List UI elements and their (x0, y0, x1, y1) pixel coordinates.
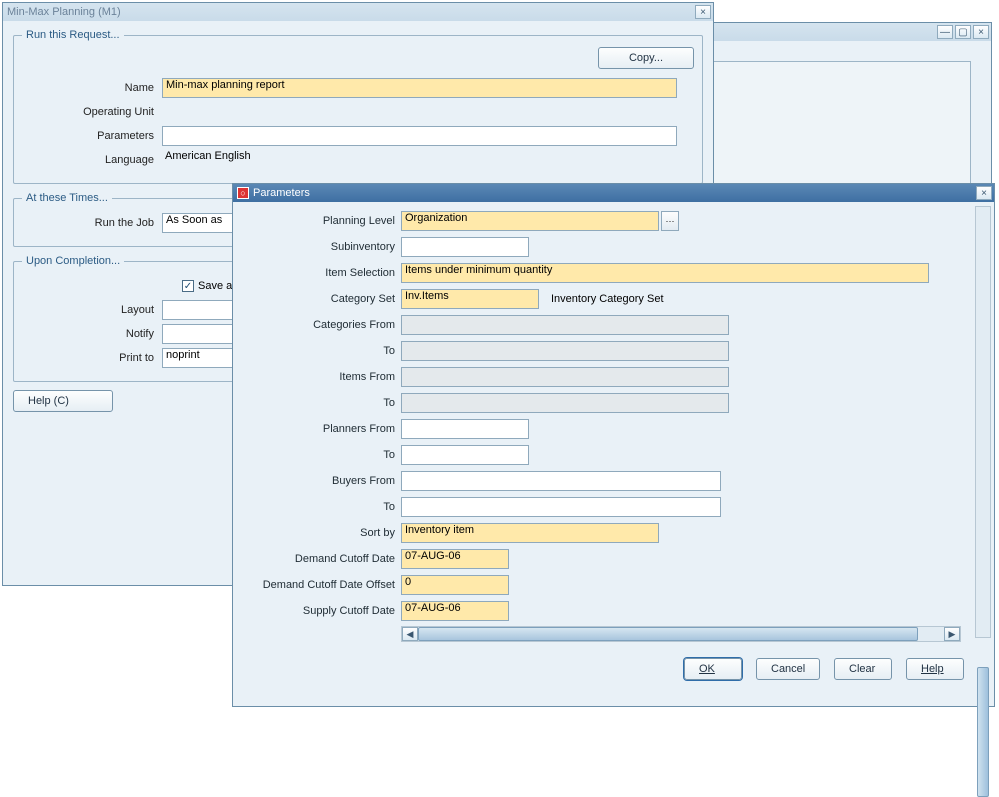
category-set-desc: Inventory Category Set (539, 293, 664, 305)
name-input[interactable]: Min-max planning report (162, 78, 677, 98)
sort-by-label: Sort by (241, 527, 401, 539)
run-job-label: Run the Job (22, 217, 162, 229)
buyers-from-input[interactable] (401, 471, 721, 491)
copy-button[interactable]: Copy... (598, 47, 694, 69)
language-input[interactable]: American English (162, 150, 677, 170)
planning-level-lov-button[interactable]: ··· (661, 211, 679, 231)
planners-from-label: Planners From (241, 423, 401, 435)
subinventory-input[interactable] (401, 237, 529, 257)
parameters-label: Parameters (22, 130, 162, 142)
categories-from-input[interactable] (401, 315, 729, 335)
vertical-scroll-thumb[interactable] (977, 667, 989, 797)
help-button[interactable]: Help (C) (13, 390, 113, 412)
close-button[interactable]: × (973, 25, 989, 39)
help-button[interactable]: Help (906, 658, 964, 680)
item-selection-label: Item Selection (241, 267, 401, 279)
horizontal-scrollbar[interactable]: ◀ ▶ (401, 626, 961, 642)
sort-by-input[interactable]: Inventory item (401, 523, 659, 543)
vertical-scrollbar[interactable] (975, 206, 991, 638)
print-to-label: Print to (22, 352, 162, 364)
demand-cutoff-date-input[interactable]: 07-AUG-06 (401, 549, 509, 569)
layout-label: Layout (22, 304, 162, 316)
cancel-button[interactable]: Cancel (756, 658, 820, 680)
subinventory-label: Subinventory (241, 241, 401, 253)
planners-to-label: To (241, 449, 401, 461)
ok-button[interactable]: OK (684, 658, 742, 680)
language-label: Language (22, 154, 162, 166)
demand-cutoff-offset-label: Demand Cutoff Date Offset (241, 579, 401, 591)
parameters-titlebar[interactable]: ○ Parameters × (233, 184, 994, 202)
items-from-input[interactable] (401, 367, 729, 387)
categories-to-label: To (241, 345, 401, 357)
save-all-checkbox[interactable] (182, 280, 194, 292)
run-request-group: Run this Request... Copy... Name Min-max… (13, 29, 703, 184)
oracle-icon: ○ (237, 187, 249, 199)
supply-cutoff-date-label: Supply Cutoff Date (241, 605, 401, 617)
scroll-left-button[interactable]: ◀ (402, 627, 418, 641)
scroll-thumb[interactable] (418, 627, 918, 641)
category-set-label: Category Set (241, 293, 401, 305)
operating-unit-input[interactable] (162, 102, 677, 122)
parameters-dialog: ○ Parameters × Planning Level Organizati… (232, 183, 995, 707)
planners-from-input[interactable] (401, 419, 529, 439)
minmax-title: Min-Max Planning (M1) (7, 6, 693, 18)
categories-to-input[interactable] (401, 341, 729, 361)
times-legend: At these Times... (22, 192, 112, 204)
items-from-label: Items From (241, 371, 401, 383)
close-icon[interactable]: × (976, 186, 992, 200)
categories-from-label: Categories From (241, 319, 401, 331)
planners-to-input[interactable] (401, 445, 529, 465)
background-titlebar[interactable]: — ▢ × (693, 23, 991, 41)
parameters-input[interactable] (162, 126, 677, 146)
items-to-label: To (241, 397, 401, 409)
buyers-from-label: Buyers From (241, 475, 401, 487)
items-to-input[interactable] (401, 393, 729, 413)
category-set-input[interactable]: Inv.Items (401, 289, 539, 309)
close-icon[interactable]: × (695, 5, 711, 19)
buyers-to-input[interactable] (401, 497, 721, 517)
run-request-legend: Run this Request... (22, 29, 124, 41)
clear-button[interactable]: Clear (834, 658, 892, 680)
operating-unit-label: Operating Unit (22, 106, 162, 118)
completion-legend: Upon Completion... (22, 255, 124, 267)
buyers-to-label: To (241, 501, 401, 513)
name-label: Name (22, 82, 162, 94)
demand-cutoff-date-label: Demand Cutoff Date (241, 553, 401, 565)
minimize-button[interactable]: — (937, 25, 953, 39)
planning-level-label: Planning Level (241, 215, 401, 227)
scroll-right-button[interactable]: ▶ (944, 627, 960, 641)
item-selection-input[interactable]: Items under minimum quantity (401, 263, 929, 283)
minmax-titlebar[interactable]: Min-Max Planning (M1) × (3, 3, 713, 21)
demand-cutoff-offset-input[interactable]: 0 (401, 575, 509, 595)
planning-level-input[interactable]: Organization (401, 211, 659, 231)
parameters-title: Parameters (253, 187, 974, 199)
notify-label: Notify (22, 328, 162, 340)
supply-cutoff-date-input[interactable]: 07-AUG-06 (401, 601, 509, 621)
maximize-button[interactable]: ▢ (955, 25, 971, 39)
